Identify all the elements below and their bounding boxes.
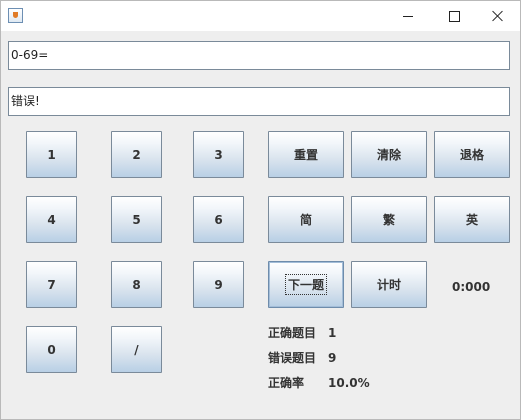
maximize-button[interactable]: [431, 1, 477, 31]
next-question-button[interactable]: 下一题: [268, 261, 344, 308]
traditional-chinese-button[interactable]: 繁: [351, 196, 427, 243]
key-4-button[interactable]: 4: [26, 196, 77, 243]
clear-button[interactable]: 清除: [351, 131, 427, 178]
close-icon: [492, 10, 504, 22]
correct-count-label: 正确题目: [268, 326, 317, 340]
wrong-count-value: 9: [328, 351, 337, 365]
key-6-button[interactable]: 6: [193, 196, 244, 243]
key-divide-button[interactable]: /: [111, 326, 162, 373]
key-1-button[interactable]: 1: [26, 131, 77, 178]
title-bar[interactable]: [1, 1, 520, 31]
simplified-chinese-button[interactable]: 简: [268, 196, 344, 243]
english-button[interactable]: 英: [434, 196, 510, 243]
timer-display: 0:000: [452, 280, 491, 294]
backspace-button[interactable]: 退格: [434, 131, 510, 178]
key-9-button[interactable]: 9: [193, 261, 244, 308]
key-3-button[interactable]: 3: [193, 131, 244, 178]
app-window: 0-69= 错误! 1 2 3 4 5 6 7 8 9 0 / 重置 清除 退格…: [0, 0, 521, 420]
timer-button[interactable]: 计时: [351, 261, 427, 308]
minimize-button[interactable]: [385, 1, 431, 31]
java-coffee-cup-icon[interactable]: [8, 8, 23, 23]
maximize-icon: [448, 10, 460, 22]
accuracy-value: 10.0%: [328, 376, 370, 390]
minimize-icon: [403, 15, 413, 17]
reset-button[interactable]: 重置: [268, 131, 344, 178]
accuracy-label: 正确率: [268, 376, 305, 390]
key-8-button[interactable]: 8: [111, 261, 162, 308]
next-question-label: 下一题: [284, 274, 327, 295]
correct-count-value: 1: [328, 326, 337, 340]
expression-field[interactable]: 0-69=: [8, 41, 510, 70]
result-message-field[interactable]: 错误!: [8, 87, 510, 116]
close-button[interactable]: [475, 1, 521, 31]
key-7-button[interactable]: 7: [26, 261, 77, 308]
key-0-button[interactable]: 0: [26, 326, 77, 373]
key-2-button[interactable]: 2: [111, 131, 162, 178]
key-5-button[interactable]: 5: [111, 196, 162, 243]
wrong-count-label: 错误题目: [268, 351, 317, 365]
